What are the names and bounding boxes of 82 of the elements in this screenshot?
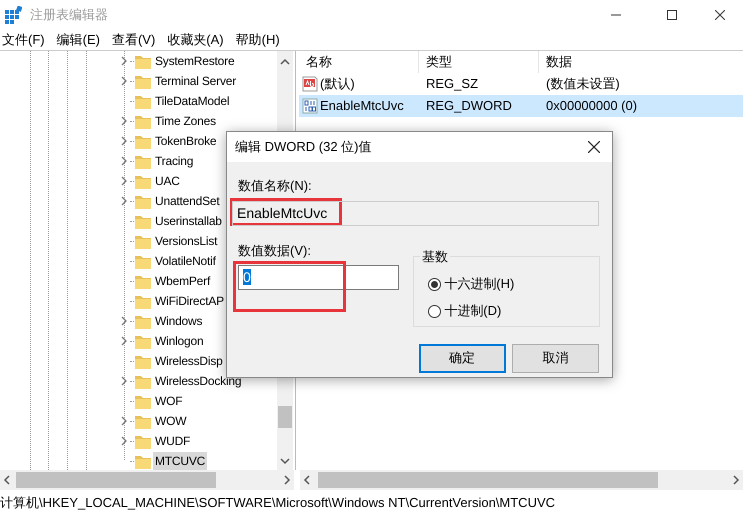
tree-item[interactable]: WbemPerf	[153, 272, 212, 290]
value-name-field[interactable]: EnableMtcUvc	[232, 200, 599, 226]
close-icon	[715, 10, 725, 20]
tree-item[interactable]: WiFiDirectAP	[153, 292, 226, 310]
value-name: EnableMtcUvc	[319, 97, 404, 116]
scroll-thumb[interactable]	[318, 472, 658, 488]
radio-button[interactable]	[428, 278, 441, 290]
tree-item[interactable]: Userinstallab	[153, 212, 224, 230]
folder-icon	[135, 153, 151, 169]
close-icon	[588, 141, 600, 153]
field-label: 数值名称(N):	[238, 177, 313, 195]
radio-button[interactable]	[428, 304, 441, 318]
value-name: (默认)	[319, 75, 355, 94]
folder-icon	[135, 133, 151, 149]
folder-icon	[135, 273, 151, 289]
tree-item[interactable]: WirelessDisp	[153, 352, 225, 370]
folder-icon	[135, 373, 151, 389]
window-title: 注册表编辑器	[30, 6, 108, 24]
value-data: (数值未设置)	[545, 75, 621, 93]
tree-item[interactable]: WUDF	[153, 432, 192, 450]
value-type: REG_DWORD	[425, 97, 513, 115]
tree-item[interactable]: Terminal Server	[153, 72, 238, 90]
folder-icon	[135, 453, 151, 469]
folder-icon	[135, 413, 151, 429]
tree-item[interactable]: Tracing	[153, 152, 196, 170]
tree-item[interactable]: WOW	[153, 412, 188, 430]
tree-item[interactable]: SystemRestore	[153, 52, 236, 70]
folder-icon	[135, 73, 151, 89]
tree-item[interactable]: Time Zones	[153, 112, 218, 130]
folder-icon	[135, 393, 151, 409]
folder-icon	[135, 313, 151, 329]
horizontal-scrollbar[interactable]	[0, 470, 294, 490]
tree-item[interactable]: WirelessDocking	[153, 372, 244, 390]
folder-icon	[135, 233, 151, 249]
menu-item[interactable]: 收藏夹(A)	[161, 30, 230, 50]
tree-item[interactable]: VolatileNotif	[153, 252, 218, 270]
folder-icon	[135, 193, 151, 209]
value-type: REG_SZ	[425, 75, 480, 93]
folder-icon	[135, 433, 151, 449]
list-row[interactable]: EnableMtcUvc REG_DWORD 0x00000000 (0)	[299, 95, 743, 117]
radio-label[interactable]: 十进制(D)	[444, 301, 502, 321]
folder-icon	[135, 173, 151, 189]
tree-item[interactable]: VersionsList	[153, 232, 220, 250]
folder-icon	[135, 353, 151, 369]
scroll-thumb[interactable]	[16, 472, 216, 488]
tree-item[interactable]: TileDataModel	[153, 92, 232, 110]
tree-item[interactable]: WOF	[153, 392, 184, 410]
folder-icon	[135, 93, 151, 109]
dialog-title: 编辑 DWORD (32 位)值	[235, 138, 372, 156]
menu-item[interactable]: 帮助(H)	[230, 30, 286, 50]
cancel-button[interactable]: 取消	[512, 344, 599, 372]
string-value-icon	[302, 76, 318, 92]
column-header[interactable]: 名称	[299, 51, 419, 73]
menu-item[interactable]: 文件(F)	[0, 30, 51, 50]
radio-label[interactable]: 十六进制(H)	[444, 274, 514, 294]
folder-icon	[135, 213, 151, 229]
tree-item[interactable]: UnattendSet	[153, 192, 222, 210]
status-path: 计算机\HKEY_LOCAL_MACHINE\SOFTWARE\Microsoft\Windows NT\CurrentVersion\MTCUVC	[0, 494, 556, 512]
tree-item[interactable]: TokenBroke	[153, 132, 218, 150]
tree-item[interactable]: Windows	[153, 312, 204, 330]
binary-value-icon	[302, 98, 318, 114]
horizontal-scrollbar[interactable]	[300, 470, 743, 490]
value-data-field[interactable]: 0	[238, 265, 399, 290]
tree-item[interactable]: Winlogon	[153, 332, 206, 350]
value-data: 0x00000000 (0)	[545, 97, 638, 115]
tree-item[interactable]: UAC	[153, 172, 182, 190]
maximize-icon	[667, 10, 677, 20]
folder-icon	[135, 293, 151, 309]
scroll-thumb[interactable]	[278, 406, 292, 428]
folder-icon	[135, 53, 151, 69]
folder-icon	[135, 113, 151, 129]
menu-item[interactable]: 编辑(E)	[50, 30, 106, 50]
folder-icon	[135, 333, 151, 349]
field-label: 数值数据(V):	[238, 242, 312, 260]
folder-icon	[135, 253, 151, 269]
column-header[interactable]: 类型	[419, 51, 539, 73]
list-row[interactable]: (默认) REG_SZ (数值未设置)	[299, 73, 743, 95]
app-icon	[4, 6, 22, 24]
column-header[interactable]: 数据	[539, 51, 743, 73]
menu-item[interactable]: 查看(V)	[106, 30, 162, 50]
ok-button[interactable]: 确定	[418, 344, 506, 372]
tree-item[interactable]: MTCUVC	[153, 452, 208, 470]
